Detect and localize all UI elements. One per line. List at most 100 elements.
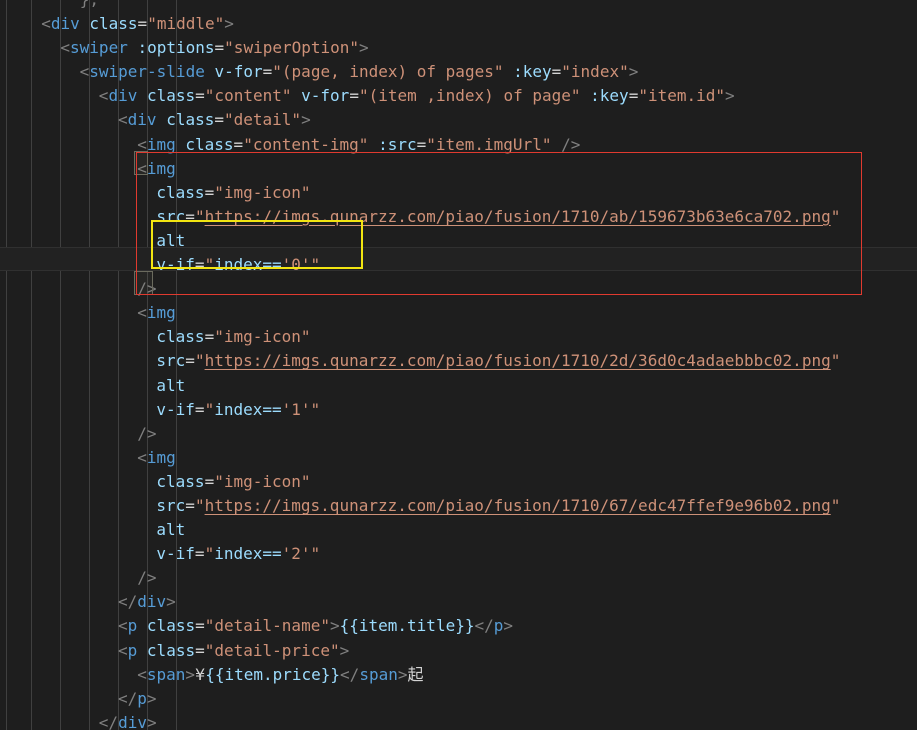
token-str: " xyxy=(194,351,205,371)
token-bracket: > xyxy=(146,688,157,708)
line-img1-open[interactable]: <img xyxy=(0,301,917,325)
line-partial-top[interactable]: }, xyxy=(0,0,917,12)
line-img2-class[interactable]: class="img-icon" xyxy=(0,470,917,494)
line-div-middle-open[interactable]: <div class="middle"> xyxy=(0,12,917,36)
line-img2-vif[interactable]: v-if="index=='2'" xyxy=(0,542,917,566)
token-str: " xyxy=(204,255,215,275)
token-eq: = xyxy=(233,134,244,154)
token-bracket: < xyxy=(79,62,90,82)
token-tag: img xyxy=(146,447,176,467)
token-bracket: </ xyxy=(118,592,138,612)
token-tag: p xyxy=(137,688,147,708)
token-str: " xyxy=(830,351,841,371)
line-img2-src[interactable]: src="https://imgs.qunarzz.com/piao/fusio… xyxy=(0,494,917,518)
token-str: "content" xyxy=(204,86,292,106)
token-str: "img-icon" xyxy=(214,471,311,491)
line-img0-src[interactable]: src="https://imgs.qunarzz.com/piao/fusio… xyxy=(0,205,917,229)
token-attr: :key xyxy=(590,86,629,106)
code-editor[interactable]: }, <div class="middle"><swiper :options="… xyxy=(0,0,917,730)
token-eq: = xyxy=(185,495,195,515)
token-eq: = xyxy=(416,134,427,154)
line-div-detail-close[interactable]: </div> xyxy=(0,590,917,614)
token-str: '1' xyxy=(281,399,311,419)
token-bracket: </ xyxy=(474,616,494,636)
line-img-content-img[interactable]: <img class="content-img" :src="item.imgU… xyxy=(0,133,917,157)
line-img0-alt[interactable]: alt xyxy=(0,229,917,253)
token-attr: alt xyxy=(156,520,186,540)
line-img0-class[interactable]: class="img-icon" xyxy=(0,181,917,205)
token-eq: = xyxy=(185,351,195,371)
token-eq: = xyxy=(137,14,148,34)
token-bracket: < xyxy=(118,616,128,636)
token-eq: = xyxy=(214,110,224,130)
token-str: "(page, index) of pages" xyxy=(272,62,504,82)
token-attr: index== xyxy=(214,399,282,419)
token-attr: class xyxy=(146,616,196,636)
line-img1-alt[interactable]: alt xyxy=(0,374,917,398)
token-attr: v-if xyxy=(156,544,195,564)
token-bracket: > xyxy=(725,86,735,106)
line-div-detail-open[interactable]: <div class="detail"> xyxy=(0,108,917,132)
token-tag: div xyxy=(127,110,157,130)
token-attr: src xyxy=(156,495,186,515)
line-p-detail-name[interactable]: <p class="detail-name">{{item.title}}</p… xyxy=(0,614,917,638)
token-str: '2' xyxy=(281,544,311,564)
token-bracket: }, xyxy=(22,0,99,9)
token-attr: src xyxy=(156,206,186,226)
token-eq: = xyxy=(214,38,225,58)
token-bracket: > xyxy=(185,664,195,684)
token-bracket: </ xyxy=(118,688,138,708)
token-url: https://imgs.qunarzz.com/piao/fusion/171… xyxy=(204,495,831,515)
token-bracket: > xyxy=(359,38,369,58)
line-p-detail-price-open[interactable]: <p class="detail-price"> xyxy=(0,639,917,663)
line-img1-close[interactable]: /> xyxy=(0,422,917,446)
line-img1-src[interactable]: src="https://imgs.qunarzz.com/piao/fusio… xyxy=(0,349,917,373)
line-div-content-open[interactable]: <div class="content" v-for="(item ,index… xyxy=(0,84,917,108)
token-attr: :src xyxy=(378,134,417,154)
line-span-price[interactable]: <span>¥{{item.price}}</span>起 xyxy=(0,663,917,687)
line-img2-open[interactable]: <img xyxy=(0,446,917,470)
token-attr: class xyxy=(89,14,138,34)
line-img0-vif[interactable]: v-if="index=='0'" xyxy=(0,253,917,277)
token-url: https://imgs.qunarzz.com/piao/fusion/171… xyxy=(204,206,831,226)
token-bracket: /> xyxy=(137,279,157,299)
token-attr: src xyxy=(156,351,186,371)
token-bracket: < xyxy=(137,447,147,467)
token-bracket: < xyxy=(137,303,147,323)
token-cjk: 起 xyxy=(407,664,424,684)
line-img0-open[interactable]: <img xyxy=(0,157,917,181)
token-str: "index" xyxy=(561,62,629,82)
token-bracket: /> xyxy=(561,134,581,154)
token-str: "img-icon" xyxy=(214,327,311,347)
token-attr: class xyxy=(156,471,205,491)
token-str: "detail-price" xyxy=(204,640,340,660)
token-interp: {{item.title}} xyxy=(339,616,475,636)
token-str: "swiperOption" xyxy=(224,38,360,58)
token-eq: = xyxy=(185,206,195,226)
line-swiper-open[interactable]: <swiper :options="swiperOption"> xyxy=(0,36,917,60)
token-bracket: > xyxy=(224,14,234,34)
line-p-detail-price-close[interactable]: </p> xyxy=(0,687,917,711)
token-bracket: < xyxy=(41,14,51,34)
token-attr: class xyxy=(156,182,205,202)
line-img2-close[interactable]: /> xyxy=(0,566,917,590)
code-content[interactable]: }, <div class="middle"><swiper :options="… xyxy=(0,0,917,730)
line-swiper-slide-open[interactable]: <swiper-slide v-for="(page, index) of pa… xyxy=(0,60,917,84)
token-str: "img-icon" xyxy=(214,182,311,202)
token-tag: span xyxy=(146,664,186,684)
token-bracket: </ xyxy=(340,664,360,684)
line-img1-vif[interactable]: v-if="index=='1'" xyxy=(0,398,917,422)
line-div-content-close[interactable]: </div> xyxy=(0,711,917,730)
line-img1-class[interactable]: class="img-icon" xyxy=(0,325,917,349)
token-eq: = xyxy=(551,62,562,82)
token-eq: = xyxy=(262,62,273,82)
line-img0-close[interactable]: /> xyxy=(0,277,917,301)
line-img2-alt[interactable]: alt xyxy=(0,518,917,542)
token-cjk: ¥ xyxy=(195,664,206,684)
token-str: " xyxy=(310,399,321,419)
token-eq: = xyxy=(628,86,639,106)
token-str: " xyxy=(204,544,215,564)
token-eq: = xyxy=(204,471,215,491)
